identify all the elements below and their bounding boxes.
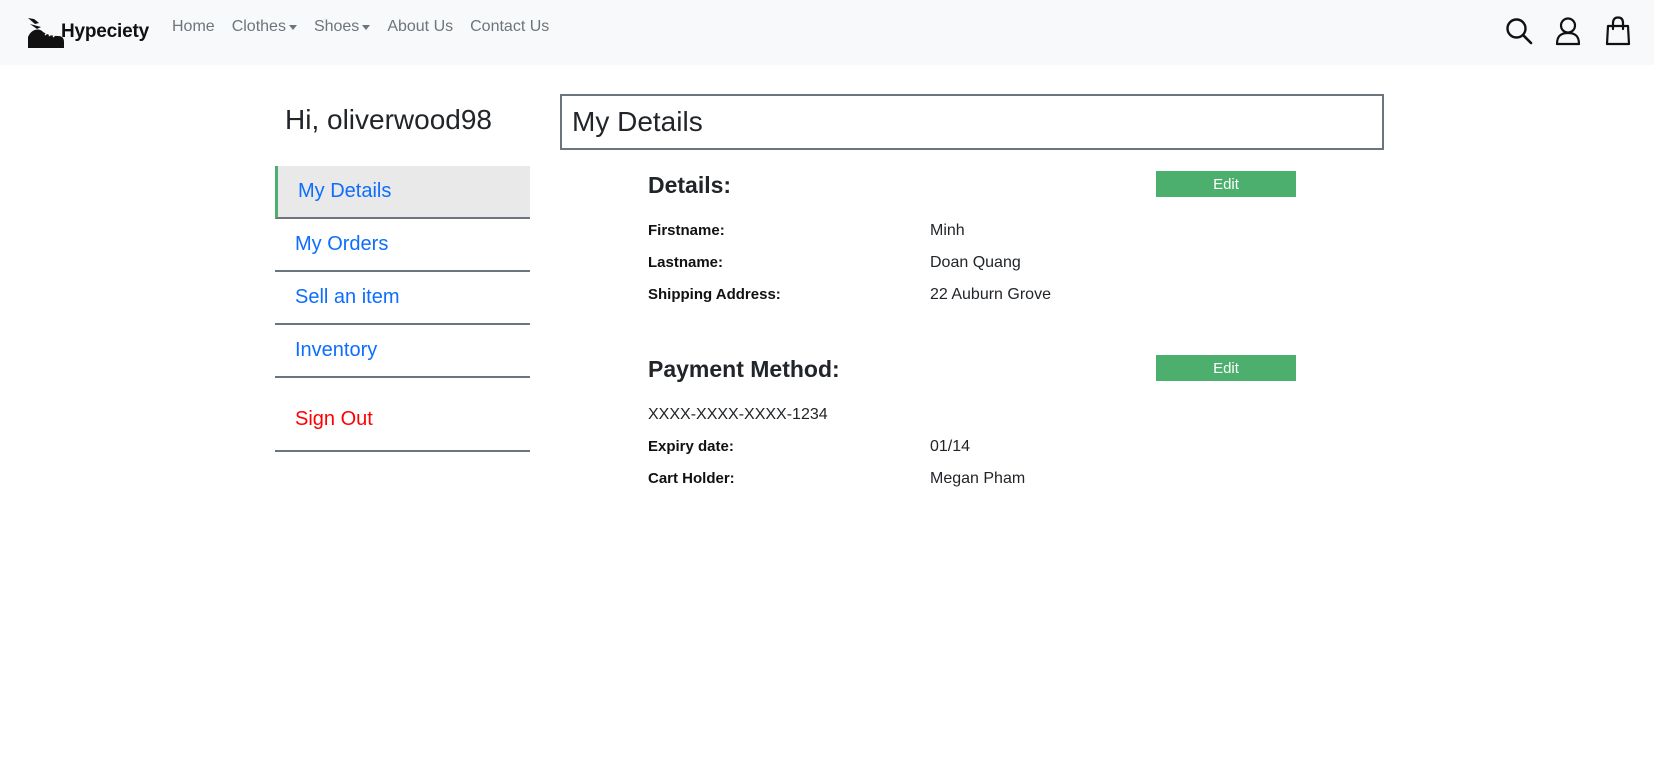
top-navbar: Hypeciety Home Clothes Shoes About Us Co… xyxy=(0,0,1654,65)
nav-home-label: Home xyxy=(172,18,215,35)
card-holder-label: Cart Holder: xyxy=(648,470,735,487)
user-greeting: Hi, oliverwood98 xyxy=(285,104,492,135)
expiry-date-label: Expiry date: xyxy=(648,438,734,455)
edit-payment-button[interactable]: Edit xyxy=(1156,355,1296,381)
nav-shoes-dropdown[interactable]: Shoes xyxy=(313,18,371,36)
sign-out-link[interactable]: Sign Out xyxy=(275,378,530,452)
card-holder-value: Megan Pham xyxy=(930,470,1026,487)
nav-home[interactable]: Home xyxy=(172,18,215,36)
page-title-box: My Details xyxy=(560,94,1384,150)
sidebar-item-sell-an-item[interactable]: Sell an item xyxy=(275,272,530,325)
shipping-address-label: Shipping Address: xyxy=(648,286,781,303)
edit-details-button[interactable]: Edit xyxy=(1156,171,1296,197)
expiry-date-value: 01/14 xyxy=(930,438,971,455)
caret-down-icon xyxy=(288,25,297,30)
nav-clothes-label: Clothes xyxy=(231,18,286,35)
nav-shoes-label: Shoes xyxy=(313,18,360,35)
search-icon[interactable] xyxy=(1505,16,1533,46)
sidebar-item-my-orders[interactable]: My Orders xyxy=(275,219,530,272)
lastname-label: Lastname: xyxy=(648,254,724,271)
nav-contact-label: Contact Us xyxy=(470,18,550,35)
card-number: XXXX-XXXX-XXXX-1234 xyxy=(648,406,828,423)
nav-contact[interactable]: Contact Us xyxy=(470,18,549,36)
nav-about[interactable]: About Us xyxy=(387,18,453,36)
firstname-label: Firstname: xyxy=(648,222,725,239)
lastname-value: Doan Quang xyxy=(930,254,1021,271)
sneaker-logo-icon xyxy=(28,18,64,48)
nav-clothes-dropdown[interactable]: Clothes xyxy=(232,18,297,36)
nav-links: Home Clothes Shoes About Us Contact Us xyxy=(172,18,566,36)
page-title: My Details xyxy=(572,106,703,137)
user-icon[interactable] xyxy=(1555,16,1581,46)
sidebar-item-inventory[interactable]: Inventory xyxy=(275,325,530,378)
nav-about-label: About Us xyxy=(387,18,454,35)
account-sidebar: My Details My Orders Sell an item Invent… xyxy=(275,166,530,452)
shipping-address-value: 22 Auburn Grove xyxy=(930,286,1051,303)
caret-down-icon xyxy=(362,25,371,30)
brand-logo[interactable]: Hypeciety xyxy=(25,15,149,49)
payment-method-heading: Payment Method: xyxy=(648,356,840,382)
firstname-value: Minh xyxy=(930,222,965,239)
details-heading: Details: xyxy=(648,172,732,198)
shopping-bag-icon[interactable] xyxy=(1605,16,1631,46)
sidebar-item-my-details[interactable]: My Details xyxy=(275,166,530,219)
brand-name: Hypeciety xyxy=(61,21,149,42)
